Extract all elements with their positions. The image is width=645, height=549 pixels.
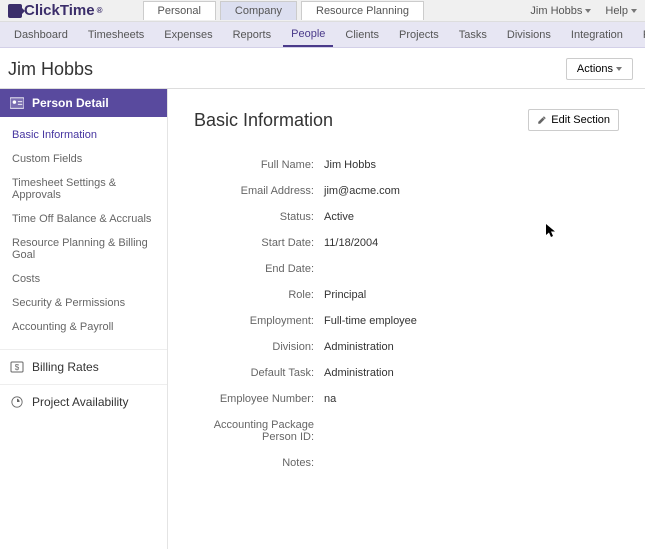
svg-text:$: $ [15, 363, 20, 372]
billing-icon: $ [10, 361, 24, 373]
sidebar-item-resource-planning-billing-goal[interactable]: Resource Planning & Billing Goal [0, 231, 167, 267]
field-label: Employment: [194, 315, 324, 327]
field-row: Default Task:Administration [194, 367, 619, 379]
top-tab-company[interactable]: Company [220, 1, 297, 20]
field-value: Full-time employee [324, 315, 417, 327]
field-row: Accounting Package Person ID: [194, 419, 619, 443]
field-label: Employee Number: [194, 393, 324, 405]
field-value: Jim Hobbs [324, 159, 376, 171]
main-header: Basic Information Edit Section [194, 109, 619, 131]
field-label: Status: [194, 211, 324, 223]
brand-name: ClickTime [24, 2, 95, 19]
nav-integration[interactable]: Integration [563, 24, 631, 46]
nav-projects[interactable]: Projects [391, 24, 447, 46]
sidebar-section-person-detail[interactable]: Person Detail [0, 89, 167, 117]
nav-preferences[interactable]: Preferences [635, 24, 645, 46]
field-row: Role:Principal [194, 289, 619, 301]
top-right: Jim Hobbs Help [530, 5, 637, 17]
field-value: Principal [324, 289, 366, 301]
person-card-icon [10, 97, 24, 109]
field-value: Administration [324, 341, 394, 353]
nav-clients[interactable]: Clients [337, 24, 387, 46]
nav-people[interactable]: People [283, 23, 333, 47]
sidebar-item-security-permissions[interactable]: Security & Permissions [0, 291, 167, 315]
sidebar-section-label: Billing Rates [32, 360, 99, 374]
sidebar-item-basic-information[interactable]: Basic Information [0, 123, 167, 147]
nav-tasks[interactable]: Tasks [451, 24, 495, 46]
field-value: Active [324, 211, 354, 223]
content-body: Person DetailBasic InformationCustom Fie… [0, 88, 645, 549]
brand-logo: ClickTime® [8, 2, 103, 19]
help-menu[interactable]: Help [605, 5, 637, 17]
field-row: Full Name:Jim Hobbs [194, 159, 619, 171]
field-label: Full Name: [194, 159, 324, 171]
main-panel: Basic Information Edit Section Full Name… [168, 89, 645, 549]
sidebar-item-timesheet-settings-approvals[interactable]: Timesheet Settings & Approvals [0, 171, 167, 207]
field-row: Employment:Full-time employee [194, 315, 619, 327]
field-row: Employee Number:na [194, 393, 619, 405]
section-heading: Basic Information [194, 110, 333, 131]
field-label: Role: [194, 289, 324, 301]
page-title: Jim Hobbs [8, 59, 93, 80]
field-label: End Date: [194, 263, 324, 275]
sidebar-item-costs[interactable]: Costs [0, 267, 167, 291]
titlebar: Jim Hobbs Actions [0, 48, 645, 88]
field-row: Start Date:11/18/2004 [194, 237, 619, 249]
edit-section-button[interactable]: Edit Section [528, 109, 619, 131]
field-label: Division: [194, 341, 324, 353]
sidebar-item-accounting-payroll[interactable]: Accounting & Payroll [0, 315, 167, 339]
top-tab-personal[interactable]: Personal [143, 1, 216, 20]
field-label: Start Date: [194, 237, 324, 249]
sidebar-item-time-off-balance-accruals[interactable]: Time Off Balance & Accruals [0, 207, 167, 231]
fields-list: Full Name:Jim Hobbs Email Address:jim@acm… [194, 159, 619, 469]
nav-timesheets[interactable]: Timesheets [80, 24, 152, 46]
field-value: na [324, 393, 336, 405]
clicktime-logo-icon [8, 4, 22, 18]
sidebar-section-billing-rates[interactable]: $ Billing Rates [0, 349, 167, 384]
field-value: jim@acme.com [324, 185, 400, 197]
field-row: Division:Administration [194, 341, 619, 353]
field-label: Accounting Package Person ID: [194, 419, 324, 443]
edit-section-label: Edit Section [551, 114, 610, 126]
field-label: Default Task: [194, 367, 324, 379]
nav-expenses[interactable]: Expenses [156, 24, 220, 46]
sidebar-subnav: Basic InformationCustom FieldsTimesheet … [0, 117, 167, 349]
nav-divisions[interactable]: Divisions [499, 24, 559, 46]
field-row: Notes: [194, 457, 619, 469]
field-label: Email Address: [194, 185, 324, 197]
topbar: ClickTime® PersonalCompanyResource Plann… [0, 0, 645, 22]
nav-dashboard[interactable]: Dashboard [6, 24, 76, 46]
sidebar-section-label: Person Detail [32, 96, 109, 110]
field-row: Status:Active [194, 211, 619, 223]
navbar: DashboardTimesheetsExpensesReportsPeople… [0, 22, 645, 48]
user-menu[interactable]: Jim Hobbs [530, 5, 591, 17]
field-label: Notes: [194, 457, 324, 469]
sidebar-section-project-availability[interactable]: Project Availability [0, 384, 167, 419]
sidebar: Person Detail Basic InformationCustom Fie… [0, 89, 168, 549]
field-row: End Date: [194, 263, 619, 275]
nav-reports[interactable]: Reports [225, 24, 280, 46]
pencil-icon [537, 115, 547, 125]
field-value: 11/18/2004 [324, 237, 378, 249]
top-tabs: PersonalCompanyResource Planning [143, 1, 424, 20]
sidebar-section-label: Project Availability [32, 395, 129, 409]
availability-icon [10, 396, 24, 408]
actions-button[interactable]: Actions [566, 58, 633, 80]
top-tab-resource-planning[interactable]: Resource Planning [301, 1, 424, 20]
sidebar-item-custom-fields[interactable]: Custom Fields [0, 147, 167, 171]
field-row: Email Address:jim@acme.com [194, 185, 619, 197]
field-value: Administration [324, 367, 394, 379]
